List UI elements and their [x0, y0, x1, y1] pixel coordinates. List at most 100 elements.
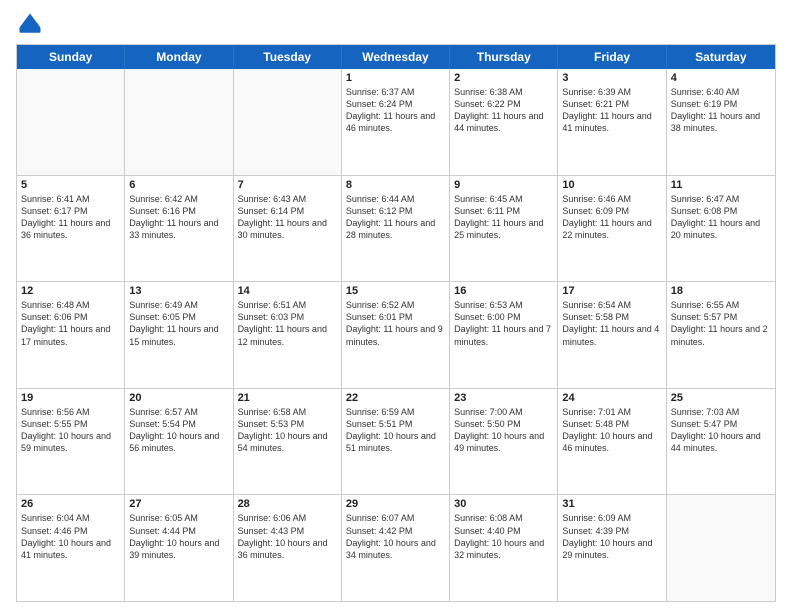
cell-info: Sunrise: 7:01 AM Sunset: 5:48 PM Dayligh… — [562, 406, 661, 455]
calendar-cell: 16 Sunrise: 6:53 AM Sunset: 6:00 PM Dayli… — [450, 282, 558, 388]
calendar-cell: 30 Sunrise: 6:08 AM Sunset: 4:40 PM Dayli… — [450, 495, 558, 601]
day-number: 31 — [562, 498, 661, 510]
day-number: 18 — [671, 285, 771, 297]
calendar-cell: 5Sunrise: 6:41 AM Sunset: 6:17 PM Daylig… — [17, 176, 125, 282]
day-number: 22 — [346, 392, 445, 404]
day-number: 25 — [671, 392, 771, 404]
calendar-cell — [667, 495, 775, 601]
header — [16, 10, 776, 38]
calendar-cell — [234, 69, 342, 175]
calendar-cell: 4 Sunrise: 6:40 AM Sunset: 6:19 PM Daylig… — [667, 69, 775, 175]
calendar-header-row: SundayMondayTuesdayWednesdayThursdayFrid… — [17, 45, 775, 69]
day-number: 20 — [129, 392, 228, 404]
calendar-header-cell: Monday — [125, 45, 233, 69]
cell-info: Sunrise: 6:38 AM Sunset: 6:22 PM Dayligh… — [454, 86, 553, 135]
calendar-cell: 12 Sunrise: 6:48 AM Sunset: 6:06 PM Dayli… — [17, 282, 125, 388]
calendar-week-row: 12 Sunrise: 6:48 AM Sunset: 6:06 PM Dayli… — [17, 281, 775, 388]
day-number: 13 — [129, 285, 228, 297]
day-number: 3 — [562, 72, 661, 84]
calendar-cell: 3 Sunrise: 6:39 AM Sunset: 6:21 PM Daylig… — [558, 69, 666, 175]
cell-info: Sunrise: 6:53 AM Sunset: 6:00 PM Dayligh… — [454, 299, 553, 348]
calendar-header-cell: Wednesday — [342, 45, 450, 69]
cell-info: Sunrise: 6:41 AM Sunset: 6:17 PM Dayligh… — [21, 193, 120, 242]
calendar-cell: 17Sunrise: 6:54 AM Sunset: 5:58 PM Dayli… — [558, 282, 666, 388]
calendar-cell: 20 Sunrise: 6:57 AM Sunset: 5:54 PM Dayli… — [125, 389, 233, 495]
calendar-header-cell: Tuesday — [234, 45, 342, 69]
calendar-header-cell: Saturday — [667, 45, 775, 69]
cell-info: Sunrise: 6:39 AM Sunset: 6:21 PM Dayligh… — [562, 86, 661, 135]
cell-info: Sunrise: 6:44 AM Sunset: 6:12 PM Dayligh… — [346, 193, 445, 242]
cell-info: Sunrise: 6:40 AM Sunset: 6:19 PM Dayligh… — [671, 86, 771, 135]
calendar: SundayMondayTuesdayWednesdayThursdayFrid… — [16, 44, 776, 602]
calendar-cell: 1 Sunrise: 6:37 AM Sunset: 6:24 PM Daylig… — [342, 69, 450, 175]
calendar-week-row: 19 Sunrise: 6:56 AM Sunset: 5:55 PM Dayli… — [17, 388, 775, 495]
calendar-cell: 25 Sunrise: 7:03 AM Sunset: 5:47 PM Dayli… — [667, 389, 775, 495]
day-number: 29 — [346, 498, 445, 510]
day-number: 30 — [454, 498, 553, 510]
day-number: 4 — [671, 72, 771, 84]
day-number: 12 — [21, 285, 120, 297]
cell-info: Sunrise: 6:57 AM Sunset: 5:54 PM Dayligh… — [129, 406, 228, 455]
calendar-cell: 27 Sunrise: 6:05 AM Sunset: 4:44 PM Dayli… — [125, 495, 233, 601]
cell-info: Sunrise: 6:48 AM Sunset: 6:06 PM Dayligh… — [21, 299, 120, 348]
logo-icon — [16, 10, 44, 38]
cell-info: Sunrise: 6:09 AM Sunset: 4:39 PM Dayligh… — [562, 512, 661, 561]
cell-info: Sunrise: 6:56 AM Sunset: 5:55 PM Dayligh… — [21, 406, 120, 455]
calendar-cell: 10 Sunrise: 6:46 AM Sunset: 6:09 PM Dayli… — [558, 176, 666, 282]
calendar-cell: 28Sunrise: 6:06 AM Sunset: 4:43 PM Dayli… — [234, 495, 342, 601]
calendar-cell: 31 Sunrise: 6:09 AM Sunset: 4:39 PM Dayli… — [558, 495, 666, 601]
cell-info: Sunrise: 6:55 AM Sunset: 5:57 PM Dayligh… — [671, 299, 771, 348]
calendar-cell: 18 Sunrise: 6:55 AM Sunset: 5:57 PM Dayli… — [667, 282, 775, 388]
calendar-cell: 11 Sunrise: 6:47 AM Sunset: 6:08 PM Dayli… — [667, 176, 775, 282]
cell-info: Sunrise: 6:04 AM Sunset: 4:46 PM Dayligh… — [21, 512, 120, 561]
calendar-cell: 9Sunrise: 6:45 AM Sunset: 6:11 PM Daylig… — [450, 176, 558, 282]
cell-info: Sunrise: 6:37 AM Sunset: 6:24 PM Dayligh… — [346, 86, 445, 135]
cell-info: Sunrise: 6:08 AM Sunset: 4:40 PM Dayligh… — [454, 512, 553, 561]
cell-info: Sunrise: 6:46 AM Sunset: 6:09 PM Dayligh… — [562, 193, 661, 242]
calendar-week-row: 26 Sunrise: 6:04 AM Sunset: 4:46 PM Dayli… — [17, 494, 775, 601]
calendar-cell: 14Sunrise: 6:51 AM Sunset: 6:03 PM Dayli… — [234, 282, 342, 388]
day-number: 10 — [562, 179, 661, 191]
cell-info: Sunrise: 6:07 AM Sunset: 4:42 PM Dayligh… — [346, 512, 445, 561]
calendar-cell: 24 Sunrise: 7:01 AM Sunset: 5:48 PM Dayli… — [558, 389, 666, 495]
day-number: 21 — [238, 392, 337, 404]
calendar-header-cell: Thursday — [450, 45, 558, 69]
calendar-cell: 29 Sunrise: 6:07 AM Sunset: 4:42 PM Dayli… — [342, 495, 450, 601]
day-number: 19 — [21, 392, 120, 404]
day-number: 23 — [454, 392, 553, 404]
cell-info: Sunrise: 6:52 AM Sunset: 6:01 PM Dayligh… — [346, 299, 445, 348]
cell-info: Sunrise: 6:59 AM Sunset: 5:51 PM Dayligh… — [346, 406, 445, 455]
cell-info: Sunrise: 6:42 AM Sunset: 6:16 PM Dayligh… — [129, 193, 228, 242]
cell-info: Sunrise: 6:47 AM Sunset: 6:08 PM Dayligh… — [671, 193, 771, 242]
day-number: 9 — [454, 179, 553, 191]
calendar-cell — [17, 69, 125, 175]
day-number: 17 — [562, 285, 661, 297]
day-number: 7 — [238, 179, 337, 191]
calendar-week-row: 1 Sunrise: 6:37 AM Sunset: 6:24 PM Daylig… — [17, 69, 775, 175]
calendar-cell — [125, 69, 233, 175]
calendar-cell: 23Sunrise: 7:00 AM Sunset: 5:50 PM Dayli… — [450, 389, 558, 495]
cell-info: Sunrise: 6:05 AM Sunset: 4:44 PM Dayligh… — [129, 512, 228, 561]
logo — [16, 10, 48, 38]
day-number: 11 — [671, 179, 771, 191]
day-number: 2 — [454, 72, 553, 84]
calendar-cell: 7Sunrise: 6:43 AM Sunset: 6:14 PM Daylig… — [234, 176, 342, 282]
cell-info: Sunrise: 6:06 AM Sunset: 4:43 PM Dayligh… — [238, 512, 337, 561]
day-number: 6 — [129, 179, 228, 191]
day-number: 16 — [454, 285, 553, 297]
calendar-header-cell: Sunday — [17, 45, 125, 69]
calendar-cell: 26 Sunrise: 6:04 AM Sunset: 4:46 PM Dayli… — [17, 495, 125, 601]
page: SundayMondayTuesdayWednesdayThursdayFrid… — [0, 0, 792, 612]
cell-info: Sunrise: 7:03 AM Sunset: 5:47 PM Dayligh… — [671, 406, 771, 455]
calendar-cell: 13Sunrise: 6:49 AM Sunset: 6:05 PM Dayli… — [125, 282, 233, 388]
calendar-cell: 2 Sunrise: 6:38 AM Sunset: 6:22 PM Daylig… — [450, 69, 558, 175]
day-number: 26 — [21, 498, 120, 510]
day-number: 24 — [562, 392, 661, 404]
calendar-week-row: 5Sunrise: 6:41 AM Sunset: 6:17 PM Daylig… — [17, 175, 775, 282]
day-number: 8 — [346, 179, 445, 191]
calendar-body: 1 Sunrise: 6:37 AM Sunset: 6:24 PM Daylig… — [17, 69, 775, 601]
day-number: 27 — [129, 498, 228, 510]
day-number: 1 — [346, 72, 445, 84]
calendar-cell: 15 Sunrise: 6:52 AM Sunset: 6:01 PM Dayli… — [342, 282, 450, 388]
day-number: 15 — [346, 285, 445, 297]
